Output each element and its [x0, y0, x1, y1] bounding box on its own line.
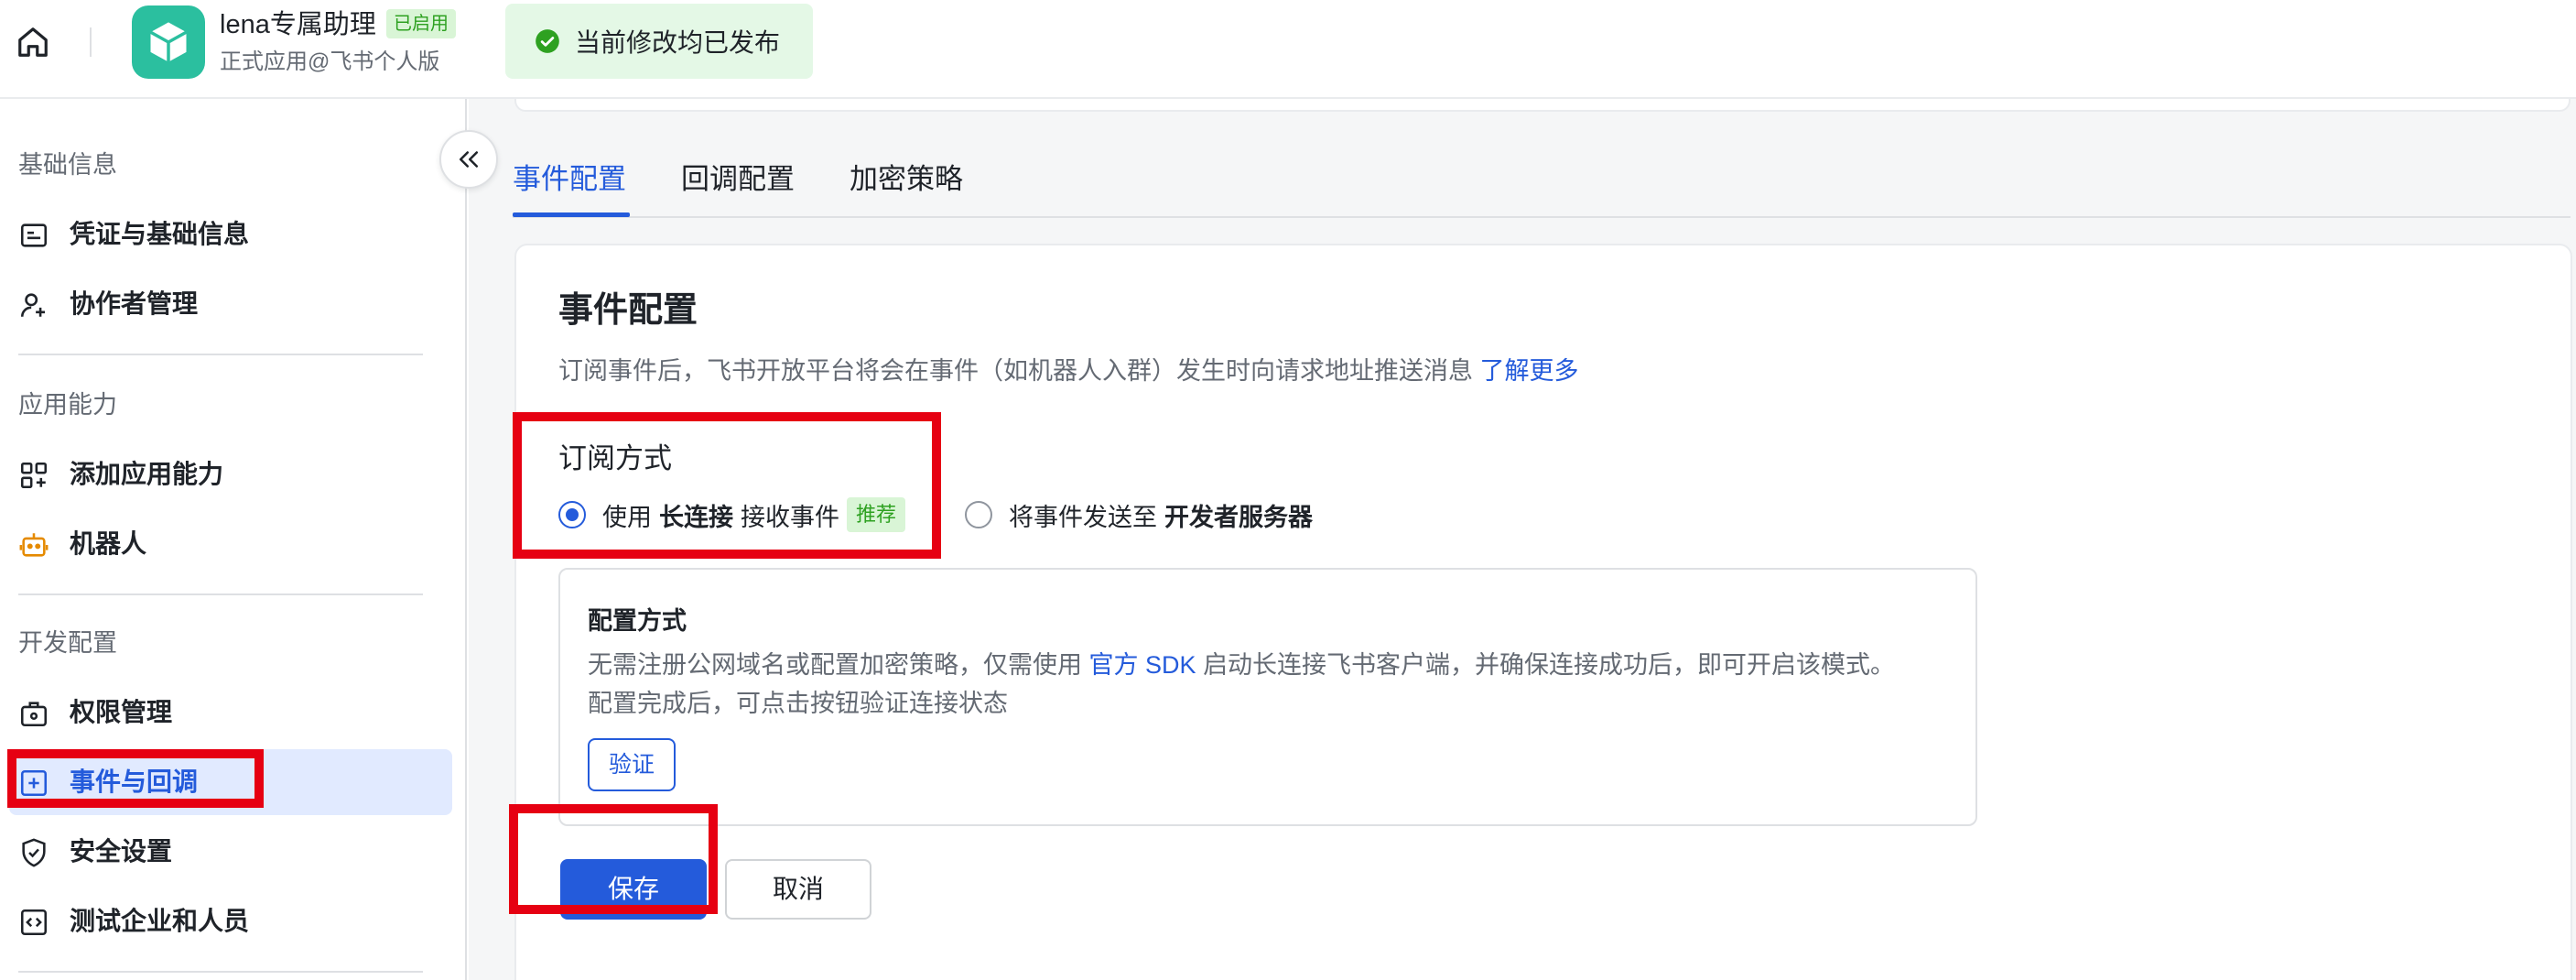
config-text: 启动长连接飞书客户端，并确保连接成功后，即可开启该模式。	[1203, 651, 1896, 679]
home-icon	[18, 27, 48, 57]
learn-more-link[interactable]: 了解更多	[1480, 357, 1579, 385]
tab-encryption-strategy[interactable]: 加密策略	[850, 159, 963, 200]
section-title: 事件配置	[558, 291, 698, 330]
cancel-button[interactable]: 取消	[725, 859, 871, 920]
header-divider	[90, 27, 92, 57]
sidebar-item-label: 协作者管理	[70, 289, 199, 318]
user-add-icon	[20, 293, 46, 317]
publish-toast: 当前修改均已发布	[505, 4, 813, 79]
sidebar-item-test-users[interactable]: 测试企业和人员	[9, 888, 452, 954]
top-header: lena专属助理 已启用 正式应用@飞书个人版 当前修改均已发布	[0, 0, 2576, 99]
config-line-2: 配置完成后，可点击按钮验证连接状态	[588, 690, 1008, 717]
shield-icon	[22, 838, 46, 867]
config-line-1: 无需注册公网域名或配置加密策略，仅需使用 官方 SDK 启动长连接飞书客户端，并…	[588, 647, 1895, 683]
tab-event-config[interactable]: 事件配置	[513, 159, 626, 200]
robot-icon	[19, 533, 49, 557]
sidebar-item-add-capability[interactable]: 添加应用能力	[9, 441, 452, 507]
sidebar-item-label: 机器人	[70, 529, 147, 558]
option-prefix: 将事件发送至	[1009, 503, 1157, 531]
sidebar-item-label: 权限管理	[70, 698, 173, 726]
sidebar-item-label: 安全设置	[70, 837, 173, 866]
config-method-title: 配置方式	[588, 607, 687, 635]
sidebar-item-credentials[interactable]: 凭证与基础信息	[9, 201, 452, 267]
sidebar-item-robot[interactable]: 机器人	[9, 511, 452, 577]
check-circle-icon	[536, 29, 559, 53]
apps-add-icon	[20, 462, 48, 489]
annotation-box-sidebar-events	[7, 749, 264, 808]
status-badge: 已启用	[386, 9, 456, 38]
sidebar-item-collaborators[interactable]: 协作者管理	[9, 271, 452, 337]
toast-text: 当前修改均已发布	[575, 28, 781, 57]
app-name: lena专属助理	[220, 10, 376, 39]
sidebar-divider	[18, 593, 423, 595]
annotation-box-subscribe	[513, 412, 941, 559]
sidebar-item-label: 测试企业和人员	[70, 907, 250, 935]
section-title-dev-config: 开发配置	[18, 629, 117, 657]
annotation-box-save	[509, 804, 718, 914]
section-title-capabilities: 应用能力	[18, 391, 117, 419]
app-window: lena专属助理 已启用 正式应用@飞书个人版 当前修改均已发布 基础信息 凭证…	[0, 0, 2576, 980]
option-bold: 开发者服务器	[1164, 503, 1313, 531]
config-method-box: 配置方式 无需注册公网域名或配置加密策略，仅需使用 官方 SDK 启动长连接飞书…	[558, 568, 1977, 826]
permission-icon	[20, 702, 48, 727]
official-sdk-link[interactable]: 官方 SDK	[1089, 651, 1196, 679]
top-card-edge	[514, 99, 2571, 112]
verify-button[interactable]: 验证	[588, 738, 676, 791]
section-title-basic: 基础信息	[18, 151, 117, 179]
sidebar-item-permissions[interactable]: 权限管理	[9, 680, 452, 746]
sidebar-item-label: 凭证与基础信息	[70, 220, 250, 248]
section-description: 订阅事件后，飞书开放平台将会在事件（如机器人入群）发生时向请求地址推送消息 了解…	[558, 354, 1579, 388]
sidebar-item-security[interactable]: 安全设置	[9, 819, 452, 885]
config-text: 无需注册公网域名或配置加密策略，仅需使用	[588, 651, 1082, 679]
tabs-baseline	[513, 216, 2571, 218]
sidebar: 基础信息 凭证与基础信息 协作者管理 应用能力 添加应用能力 机器人 开发配置 …	[0, 99, 467, 980]
radio-unselected[interactable]	[965, 501, 992, 528]
credential-icon	[20, 223, 48, 247]
sidebar-item-label: 添加应用能力	[70, 460, 224, 488]
sidebar-divider	[18, 971, 423, 973]
option-developer-server[interactable]: 将事件发送至 开发者服务器	[965, 496, 1320, 533]
app-logo-icon	[132, 5, 205, 79]
app-subtitle: 正式应用@飞书个人版	[220, 49, 440, 74]
chevrons-left-icon	[460, 151, 478, 168]
collapse-sidebar-button[interactable]	[439, 130, 498, 189]
event-config-card: 事件配置 订阅事件后，飞书开放平台将会在事件（如机器人入群）发生时向请求地址推送…	[514, 244, 2572, 980]
tab-callback-config[interactable]: 回调配置	[681, 159, 795, 200]
active-tab-indicator	[513, 212, 630, 217]
description-text: 订阅事件后，飞书开放平台将会在事件（如机器人入群）发生时向请求地址推送消息	[558, 357, 1473, 385]
code-icon	[20, 909, 48, 936]
home-button[interactable]	[13, 22, 53, 62]
sidebar-divider	[18, 354, 423, 355]
